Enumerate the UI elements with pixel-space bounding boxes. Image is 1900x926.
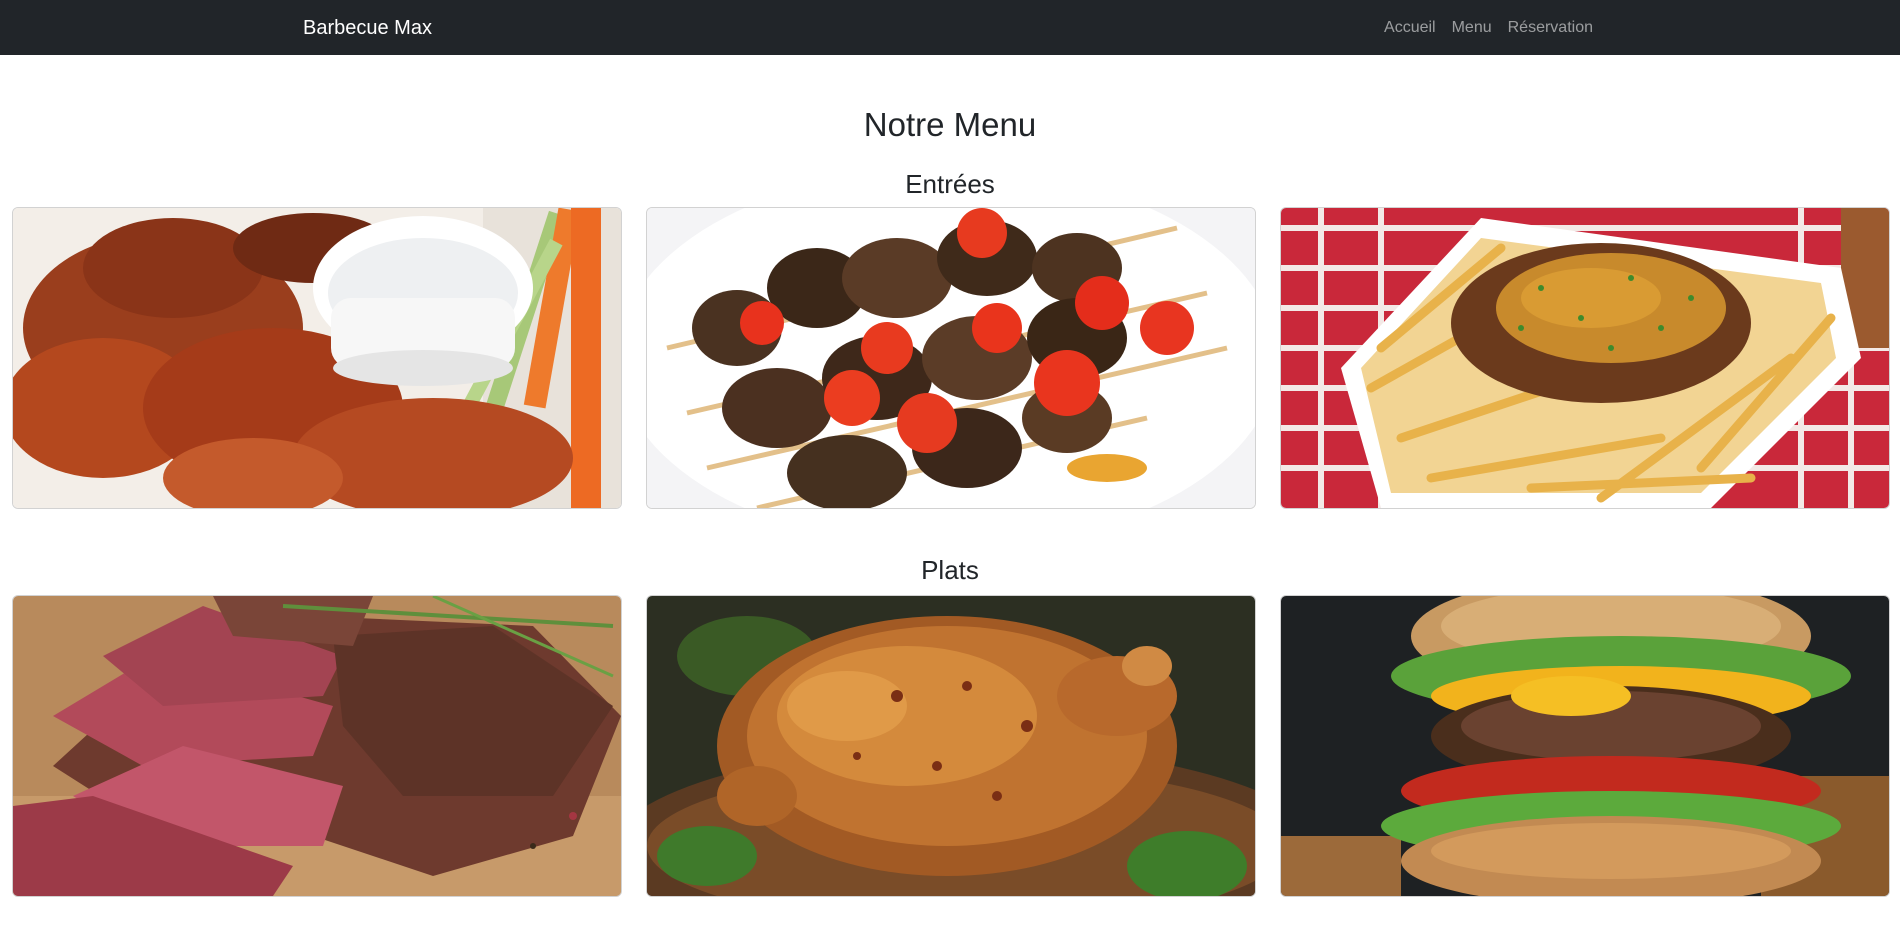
chicken-wings-image — [13, 208, 621, 508]
page-title: Notre Menu — [863, 106, 1037, 143]
plats-row — [12, 595, 1890, 897]
brochettes-card[interactable] — [646, 207, 1256, 509]
poutine-fries-card[interactable] — [1280, 207, 1890, 509]
nav-link-accueil[interactable]: Accueil — [1384, 19, 1436, 37]
section-title-entrees: Entrées — [905, 169, 995, 199]
brochettes-image — [647, 208, 1255, 508]
roast-chicken-image — [647, 596, 1255, 896]
navbar: Barbecue Max Accueil Menu Réservation — [0, 0, 1900, 55]
chicken-wings-card[interactable] — [12, 207, 622, 509]
nav-link-menu[interactable]: Menu — [1452, 19, 1492, 37]
poutine-fries-image — [1281, 208, 1889, 508]
brand-link[interactable]: Barbecue Max — [303, 0, 432, 55]
section-title-plats: Plats — [921, 555, 979, 585]
roast-chicken-card[interactable] — [646, 595, 1256, 897]
steak-card[interactable] — [12, 595, 622, 897]
nav-links: Accueil Menu Réservation — [1384, 0, 1593, 55]
burger-card[interactable] — [1280, 595, 1890, 897]
entrees-row — [12, 207, 1890, 509]
steak-image — [13, 596, 621, 896]
nav-link-reservation[interactable]: Réservation — [1508, 19, 1593, 37]
burger-image — [1281, 596, 1889, 896]
